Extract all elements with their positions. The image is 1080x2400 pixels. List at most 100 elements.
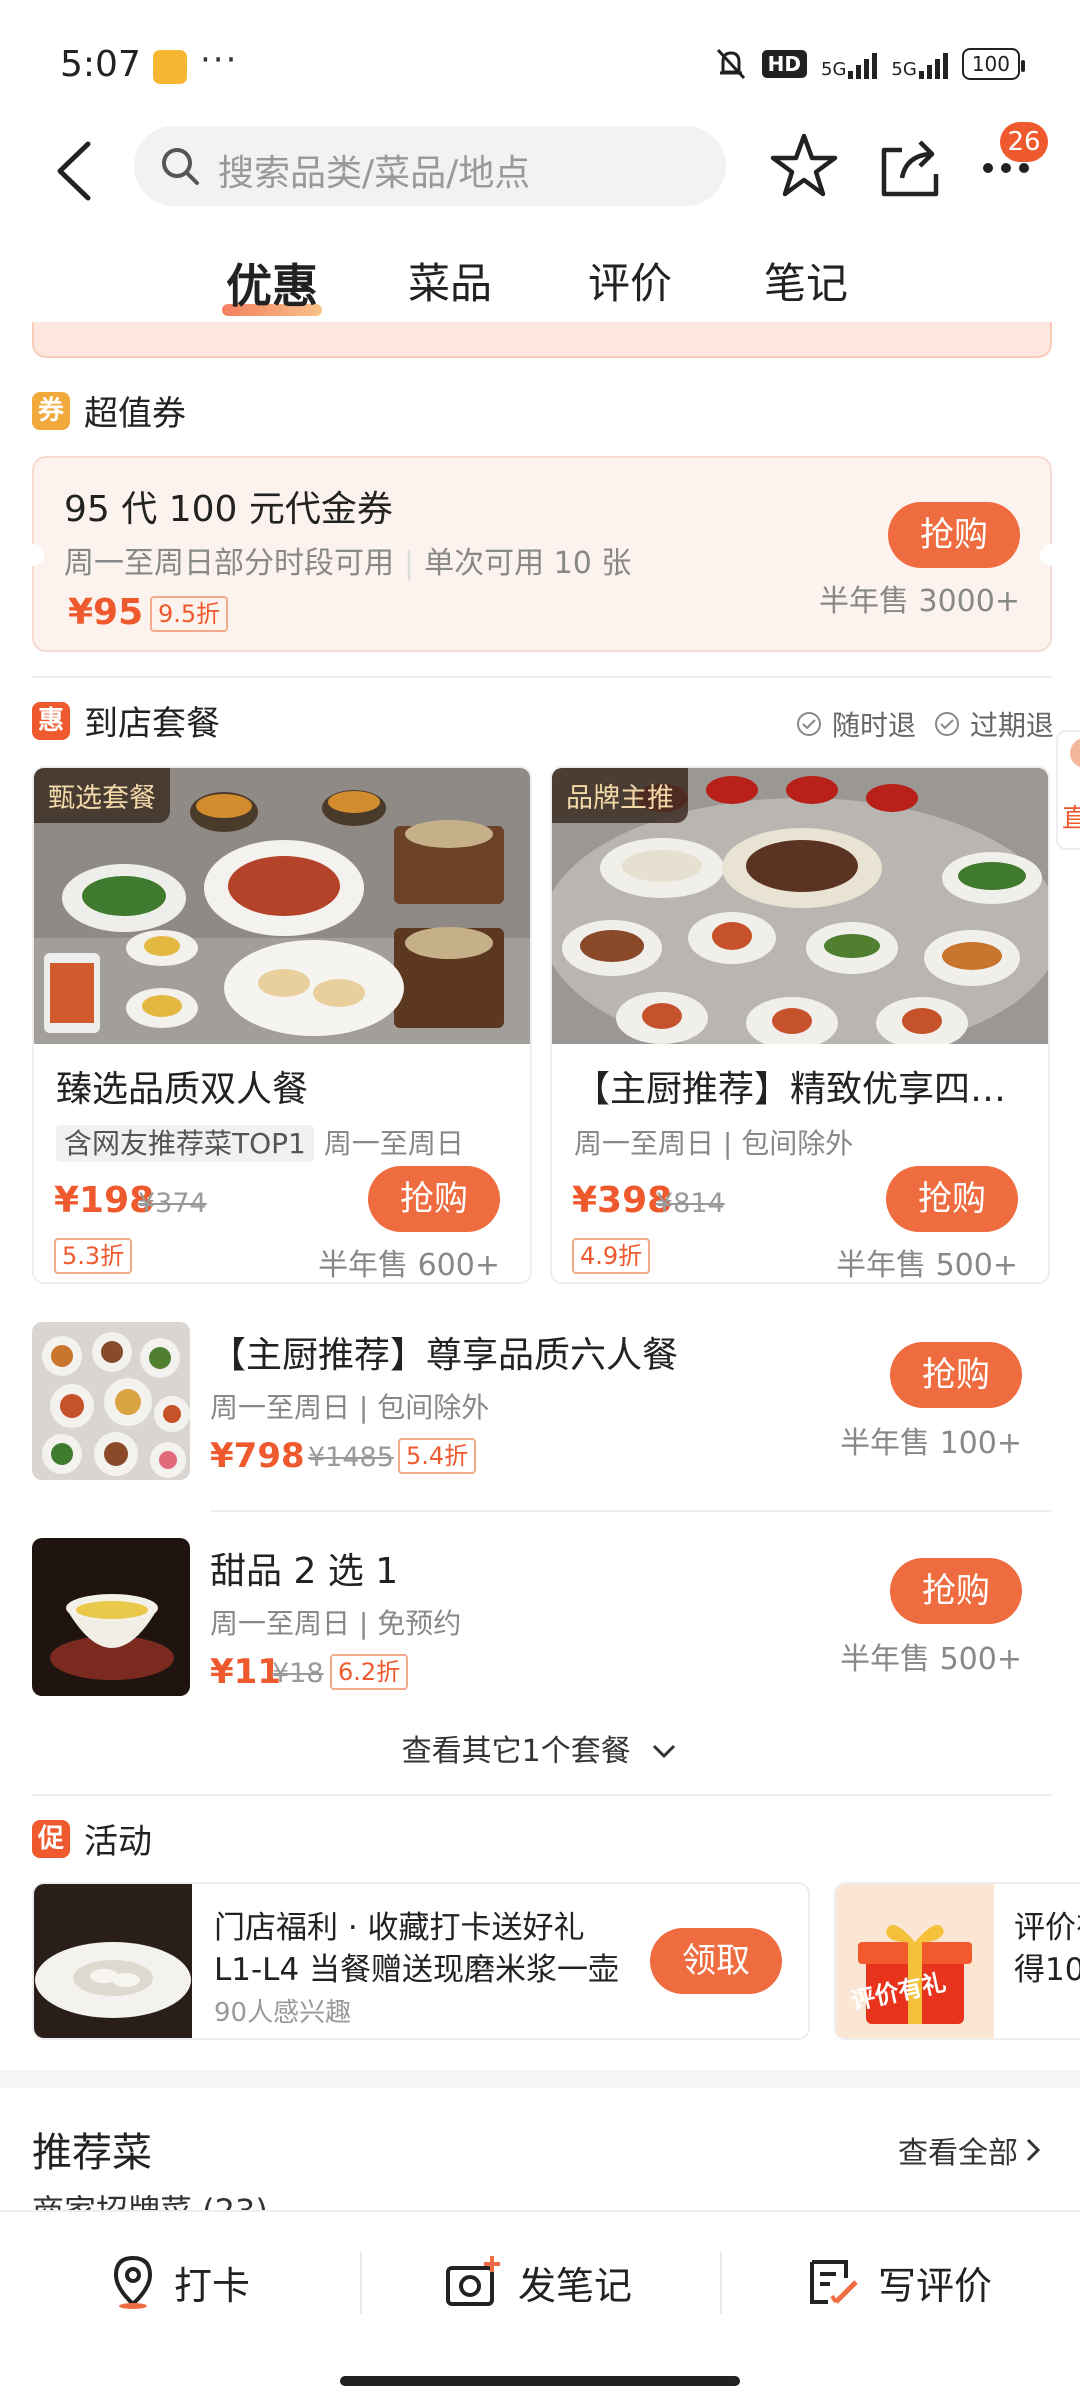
bar-separator xyxy=(360,2252,362,2314)
package-sold-count: 半年售 100+ xyxy=(840,1426,1022,1461)
tab-notes[interactable]: 笔记 xyxy=(764,250,848,311)
coupon-title: 95 代 100 元代金券 xyxy=(64,489,393,530)
share-icon[interactable] xyxy=(872,128,948,204)
activity-interest-count: 90人感兴趣 xyxy=(214,1998,352,2028)
coupon-subtitle: 周一至周日部分时段可用 | 单次可用 10 张 xyxy=(64,546,632,581)
package-card[interactable]: 甄选套餐 臻选品质双人餐 含网友推荐菜TOP1 周一至周日 ¥198 ¥374 5… xyxy=(32,766,532,1284)
recommend-subtitle: 商家招牌菜 (23) xyxy=(32,2186,268,2210)
coupon-limit-note: 单次可用 10 张 xyxy=(424,546,632,581)
favorite-star-icon[interactable] xyxy=(766,128,842,204)
mute-bell-icon xyxy=(716,48,745,80)
bar-separator xyxy=(720,2252,722,2314)
package-tag: 甄选套餐 xyxy=(34,768,170,823)
package-name: 甜品 2 选 1 xyxy=(210,1551,399,1592)
view-more-packages-link[interactable]: 查看其它1个套餐 xyxy=(0,1726,1080,1770)
status-indicators: HD 5G 5G 100 xyxy=(714,44,1026,84)
package-availability: 周一至周日 | 包间除外 xyxy=(210,1391,490,1424)
side-peek-dot xyxy=(1070,738,1080,768)
network-type-2: 5G xyxy=(891,59,917,80)
package-section-icon: 惠 xyxy=(32,702,70,740)
tab-deals[interactable]: 优惠 xyxy=(226,250,318,316)
activity-title: 门店福利 · 收藏打卡送好礼 xyxy=(214,1910,585,1946)
review-gift-image: 评价有礼 xyxy=(836,1884,994,2038)
chevron-right-icon xyxy=(1026,2138,1041,2162)
status-more: ··· xyxy=(200,40,239,80)
package-sold-count: 半年售 500+ xyxy=(840,1642,1022,1677)
partial-banner xyxy=(32,322,1052,358)
coupon-section-icon: 券 xyxy=(32,392,70,430)
activity-section-title: 活动 xyxy=(84,1822,152,1862)
tab-reviews[interactable]: 评价 xyxy=(588,250,672,311)
activity-description: 得100 xyxy=(1014,1952,1080,1988)
signal-2: 5G xyxy=(891,49,948,80)
camera-plus-icon xyxy=(446,2256,500,2306)
search-placeholder: 搜索品类/菜品/地点 xyxy=(218,153,531,194)
status-time: 5:07 xyxy=(60,44,141,85)
recommend-chip: 含网友推荐菜TOP1 xyxy=(56,1125,314,1162)
side-peek-panel[interactable]: 直 xyxy=(1056,730,1080,850)
package-thumbnail xyxy=(32,1538,190,1696)
view-more-label: 查看其它1个套餐 xyxy=(401,1734,631,1769)
checkin-label: 打卡 xyxy=(174,2263,251,2308)
package-list-item[interactable]: 【主厨推荐】尊享品质六人餐 周一至周日 | 包间除外 ¥798 ¥1485 5.… xyxy=(32,1322,1052,1482)
signal-1: 5G xyxy=(821,49,878,80)
view-all-link[interactable]: 查看全部 xyxy=(898,2128,1042,2172)
hd-badge: HD xyxy=(761,50,807,78)
coupon-discount-badge: 9.5折 xyxy=(150,596,229,632)
section-gap xyxy=(0,2070,1080,2088)
tab-dishes[interactable]: 菜品 xyxy=(408,250,492,311)
package-name: 【主厨推荐】精致优享四人餐 xyxy=(574,1069,1034,1110)
package-list-item[interactable]: 甜品 2 选 1 周一至周日 | 免预约 ¥11 ¥18 6.2折 抢购 半年售… xyxy=(32,1538,1052,1698)
coupon-section-title: 超值券 xyxy=(84,394,186,434)
package-original-price: ¥1485 xyxy=(308,1442,394,1473)
package-buy-button[interactable]: 抢购 xyxy=(886,1166,1018,1232)
section-divider xyxy=(32,676,1052,678)
write-review-button[interactable]: 写评价 xyxy=(806,2254,992,2310)
package-discount-badge: 5.4折 xyxy=(398,1438,477,1474)
coupon-notch-right xyxy=(1040,544,1062,566)
refund-anytime-label: 随时退 xyxy=(832,709,917,742)
recommend-title: 推荐菜 xyxy=(32,2130,152,2176)
package-name: 【主厨推荐】尊享品质六人餐 xyxy=(210,1335,679,1376)
notification-app-icon xyxy=(153,50,187,84)
activity-thumbnail xyxy=(34,1884,192,2038)
package-buy-button[interactable]: 抢购 xyxy=(368,1166,500,1232)
tab-bar: 优惠 菜品 评价 笔记 xyxy=(0,250,1080,320)
activity-section-icon: 促 xyxy=(32,1820,70,1858)
post-note-button[interactable]: 发笔记 xyxy=(444,2254,632,2310)
home-indicator[interactable] xyxy=(340,2376,740,2386)
package-name: 臻选品质双人餐 xyxy=(56,1069,309,1110)
battery-indicator: 100 xyxy=(961,48,1026,80)
search-input[interactable]: 搜索品类/菜品/地点 xyxy=(134,126,726,206)
package-buy-button[interactable]: 抢购 xyxy=(890,1558,1022,1624)
status-bar: 5:07 ··· HD 5G 5G 100 xyxy=(0,0,1080,130)
refund-expired-label: 过期退 xyxy=(970,709,1055,742)
coupon-notch-left xyxy=(22,544,44,566)
activity-title: 评价有 xyxy=(1014,1910,1080,1946)
chevron-down-icon xyxy=(653,1744,676,1759)
checkin-button[interactable]: 打卡 xyxy=(108,2254,250,2310)
coupon-card[interactable]: 95 代 100 元代金券 周一至周日部分时段可用 | 单次可用 10 张 ¥95 … xyxy=(22,456,1062,652)
activity-card[interactable]: 门店福利 · 收藏打卡送好礼 L1-L4 当餐赠送现磨米浆一壶 90人感兴趣 领… xyxy=(32,1882,810,2040)
write-review-label: 写评价 xyxy=(878,2263,993,2308)
review-edit-icon xyxy=(810,2260,858,2304)
package-sold-count: 半年售 600+ xyxy=(318,1248,500,1283)
package-price: ¥798 xyxy=(210,1436,305,1476)
package-card[interactable]: 品牌主推 【主厨推荐】精致优享四人餐 周一至周日 | 包间除外 ¥398 ¥81… xyxy=(550,766,1050,1284)
claim-button[interactable]: 领取 xyxy=(650,1928,782,1994)
back-arrow-icon[interactable] xyxy=(50,138,100,204)
bottom-action-bar: 打卡 发笔记 写评价 xyxy=(0,2210,1080,2350)
package-discount-badge: 6.2折 xyxy=(330,1654,409,1690)
check-circle-icon xyxy=(935,712,960,736)
package-buy-button[interactable]: 抢购 xyxy=(890,1342,1022,1408)
search-icon xyxy=(162,148,199,185)
package-discount-badge: 4.9折 xyxy=(572,1238,651,1274)
network-type-1: 5G xyxy=(821,59,847,80)
refund-flags: 随时退 过期退 xyxy=(796,704,1054,744)
activity-card[interactable]: 评价有礼 评价有 得100 xyxy=(834,1882,1080,2040)
package-availability: 周一至周日 xyxy=(323,1127,464,1160)
view-all-label: 查看全部 xyxy=(898,2136,1018,2171)
check-circle-icon xyxy=(797,712,821,736)
package-section-title: 到店套餐 xyxy=(84,704,220,744)
coupon-buy-button[interactable]: 抢购 xyxy=(888,502,1020,568)
